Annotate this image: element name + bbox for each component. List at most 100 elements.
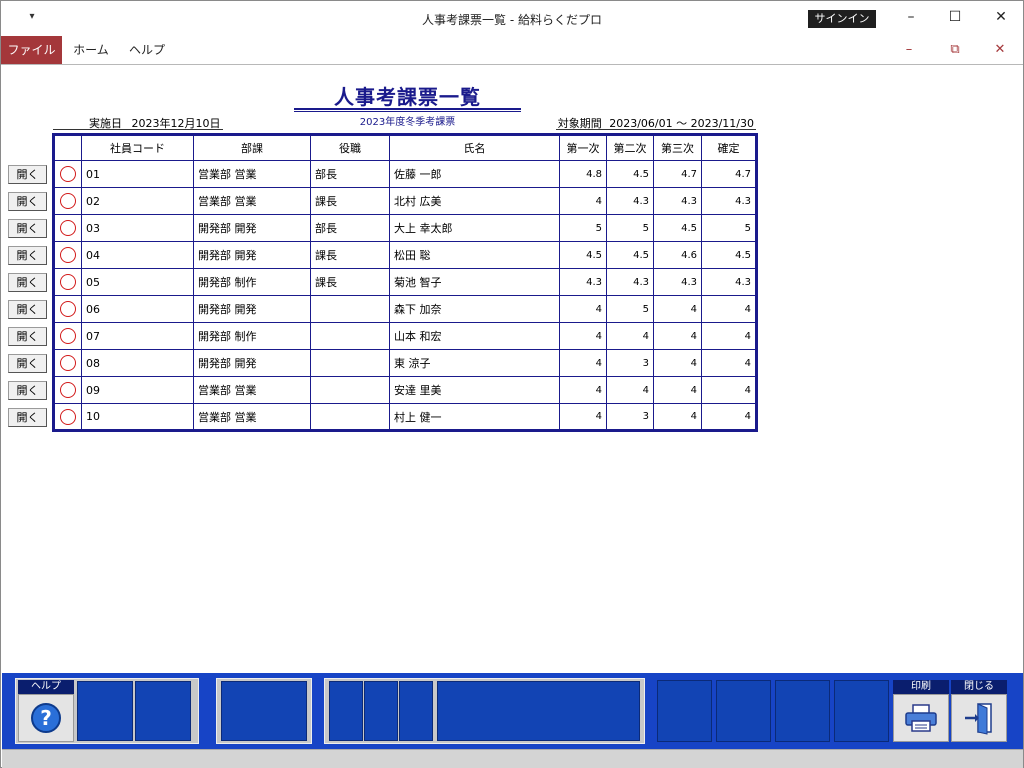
help-button[interactable]: ヘルプ ?: [18, 680, 74, 742]
employee-code-cell: 10: [81, 403, 194, 431]
target-period: 対象期間 2023/06/01 ～ 2023/11/30: [556, 115, 756, 130]
employee-code-cell: 05: [81, 268, 194, 296]
red-circle-icon: [60, 328, 76, 344]
tab-file[interactable]: ファイル: [1, 36, 62, 64]
employee-name-cell: 村上 健一: [389, 403, 560, 431]
second-score-cell: 4: [606, 376, 654, 404]
third-score-cell: 4: [653, 376, 702, 404]
third-score-cell: 4.3: [653, 268, 702, 296]
second-score-cell: 5: [606, 214, 654, 242]
maximize-icon[interactable]: ☐: [943, 7, 967, 27]
empty-slot: [221, 681, 307, 741]
employee-name-cell: 安達 里美: [389, 376, 560, 404]
empty-slot: [716, 680, 771, 742]
open-record-button[interactable]: 開く: [8, 246, 47, 265]
third-score-cell: 4.3: [653, 187, 702, 215]
employee-code-cell: 07: [81, 322, 194, 350]
red-circle-icon: [60, 274, 76, 290]
status-mark-cell: [53, 376, 82, 404]
open-record-button[interactable]: 開く: [8, 354, 47, 373]
empty-slot: [77, 681, 133, 741]
red-circle-icon: [60, 355, 76, 371]
open-record-button[interactable]: 開く: [8, 408, 47, 427]
third-score-cell: 4.6: [653, 241, 702, 269]
exec-date-value: 2023年12月10日: [131, 117, 221, 130]
exec-date: 実施日 2023年12月10日: [53, 115, 223, 130]
ribbon-tabs: ファイル ホーム ヘルプ – ⧉ ✕: [1, 36, 1023, 65]
empty-slot: [437, 681, 640, 741]
period-label: 対象期間: [557, 117, 602, 130]
tab-home[interactable]: ホーム: [67, 36, 115, 64]
final-score-cell: 4: [701, 295, 757, 323]
title-underline: [294, 108, 521, 110]
close-window-icon[interactable]: ✕: [989, 7, 1013, 27]
position-cell: [310, 322, 390, 350]
table-row: 06 開発部 開発 森下 加奈 4 5 4 4: [53, 295, 757, 323]
print-button[interactable]: 印刷: [893, 680, 949, 742]
department-cell: 開発部 開発: [193, 241, 311, 269]
department-cell: 開発部 開発: [193, 295, 311, 323]
function-panel: [2, 673, 1023, 749]
header-third: 第三次: [653, 134, 702, 161]
open-record-button[interactable]: 開く: [8, 327, 47, 346]
first-score-cell: 4: [559, 322, 607, 350]
table-row: 03 開発部 開発 部長 大上 幸太郎 5 5 4.5 5: [53, 214, 757, 242]
minimize-icon[interactable]: –: [899, 7, 923, 27]
header-position: 役職: [310, 134, 390, 161]
second-score-cell: 3: [606, 403, 654, 431]
open-record-button[interactable]: 開く: [8, 219, 47, 238]
department-cell: 開発部 制作: [193, 268, 311, 296]
table-row: 02 営業部 営業 課長 北村 広美 4 4.3 4.3 4.3: [53, 187, 757, 215]
first-score-cell: 4: [559, 376, 607, 404]
third-score-cell: 4: [653, 403, 702, 431]
red-circle-icon: [60, 166, 76, 182]
print-face: [893, 694, 949, 742]
employee-name-cell: 森下 加奈: [389, 295, 560, 323]
position-cell: [310, 403, 390, 431]
position-cell: 部長: [310, 214, 390, 242]
app-window: ▾ 人事考課票一覧 - 給料らくだプロ サインイン – ☐ ✕ ファイル ホーム…: [0, 0, 1024, 768]
help-face: ?: [18, 694, 74, 742]
first-score-cell: 4.5: [559, 241, 607, 269]
doc-minimize-icon[interactable]: –: [899, 40, 919, 60]
final-score-cell: 4: [701, 322, 757, 350]
red-circle-icon: [60, 301, 76, 317]
tab-help[interactable]: ヘルプ: [125, 36, 169, 64]
empty-slot: [364, 681, 398, 741]
status-mark-cell: [53, 403, 82, 431]
second-score-cell: 4.3: [606, 187, 654, 215]
final-score-cell: 4.5: [701, 241, 757, 269]
employee-code-cell: 03: [81, 214, 194, 242]
position-cell: 課長: [310, 268, 390, 296]
open-record-button[interactable]: 開く: [8, 381, 47, 400]
header-employee-code: 社員コード: [81, 134, 194, 161]
open-record-button[interactable]: 開く: [8, 273, 47, 292]
table-row: 08 開発部 開発東 涼子 4 3 4 4: [53, 349, 757, 377]
open-record-button[interactable]: 開く: [8, 192, 47, 211]
status-mark-cell: [53, 322, 82, 350]
red-circle-icon: [60, 382, 76, 398]
position-cell: 課長: [310, 187, 390, 215]
employee-code-cell: 02: [81, 187, 194, 215]
exec-date-label: 実施日: [89, 117, 122, 130]
title-bar: ▾ 人事考課票一覧 - 給料らくだプロ サインイン – ☐ ✕: [1, 1, 1023, 36]
print-label: 印刷: [893, 680, 949, 694]
status-mark-cell: [53, 349, 82, 377]
doc-restore-icon[interactable]: ⧉: [945, 40, 965, 60]
signin-button[interactable]: サインイン: [808, 10, 876, 28]
department-cell: 開発部 開発: [193, 214, 311, 242]
empty-slot: [775, 680, 830, 742]
status-bar: [2, 749, 1023, 768]
open-record-button[interactable]: 開く: [8, 300, 47, 319]
second-score-cell: 4.5: [606, 160, 654, 188]
final-score-cell: 4.3: [701, 187, 757, 215]
final-score-cell: 4: [701, 403, 757, 431]
final-score-cell: 4.3: [701, 268, 757, 296]
first-score-cell: 4: [559, 349, 607, 377]
doc-close-icon[interactable]: ✕: [990, 40, 1010, 60]
header-final: 確定: [701, 134, 757, 161]
open-record-button[interactable]: 開く: [8, 165, 47, 184]
employee-name-cell: 北村 広美: [389, 187, 560, 215]
department-cell: 営業部 営業: [193, 403, 311, 431]
close-button[interactable]: 閉じる: [951, 680, 1007, 742]
